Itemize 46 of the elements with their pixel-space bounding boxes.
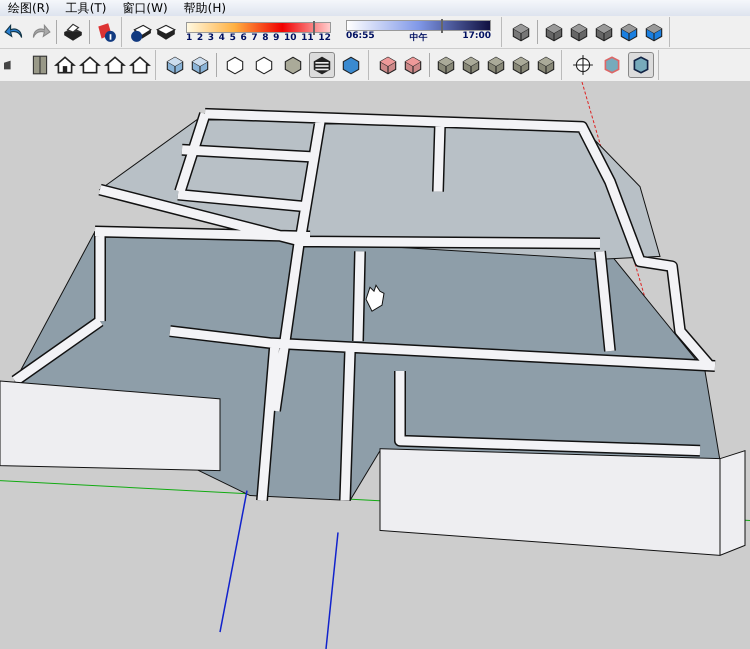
month-label: 5 [230,32,236,42]
month-label: 9 [273,32,280,42]
cube-icon[interactable] [643,21,665,43]
view-button[interactable] [570,52,596,78]
cube-icon[interactable] [618,21,640,43]
month-label: 3 [208,32,214,42]
house-icon[interactable] [54,54,76,76]
month-label: 12 [318,32,331,42]
cube-icon[interactable] [402,54,424,76]
cube-icon[interactable] [460,54,482,76]
cube-icon[interactable] [377,54,399,76]
menu-item[interactable]: 工具(T) [58,0,114,16]
house-icon[interactable] [104,54,126,76]
cube-icon[interactable] [568,21,590,43]
month-label: 10 [284,32,297,42]
cube-icon[interactable] [485,54,507,76]
menu-item[interactable]: 帮助(H) [176,0,234,16]
date-slider[interactable] [186,22,331,32]
cube-icon[interactable] [164,54,186,76]
month-label: 6 [240,32,247,42]
month-label: 8 [262,32,268,42]
slider-thumb[interactable] [312,20,315,34]
cube-icon[interactable] [543,21,565,43]
cube-icon[interactable] [510,54,532,76]
month-label: 4 [218,32,225,42]
menu-item[interactable]: 绘图(R) [0,0,58,16]
time-label: 17:00 [462,31,491,43]
time-slider[interactable] [346,20,491,31]
month-label: 2 [196,32,204,42]
month-label: 1 [186,32,192,42]
style-button[interactable] [309,52,335,78]
cube-icon[interactable] [189,54,211,76]
house-icon[interactable] [129,54,151,76]
house-icon[interactable] [79,54,101,76]
cube-icon[interactable] [435,54,457,76]
month-label: 7 [251,32,258,42]
time-label: 06:55 [346,31,375,43]
cube-icon[interactable] [510,21,532,43]
month-label: 11 [301,32,314,42]
time-label: 中午 [410,31,428,44]
view-button[interactable] [628,52,654,78]
slider-thumb[interactable] [441,19,444,33]
cube-icon[interactable] [535,54,557,76]
cube-icon[interactable] [593,21,615,43]
hand-cursor-icon [365,284,385,312]
menu-item[interactable]: 窗口(W) [114,0,176,16]
